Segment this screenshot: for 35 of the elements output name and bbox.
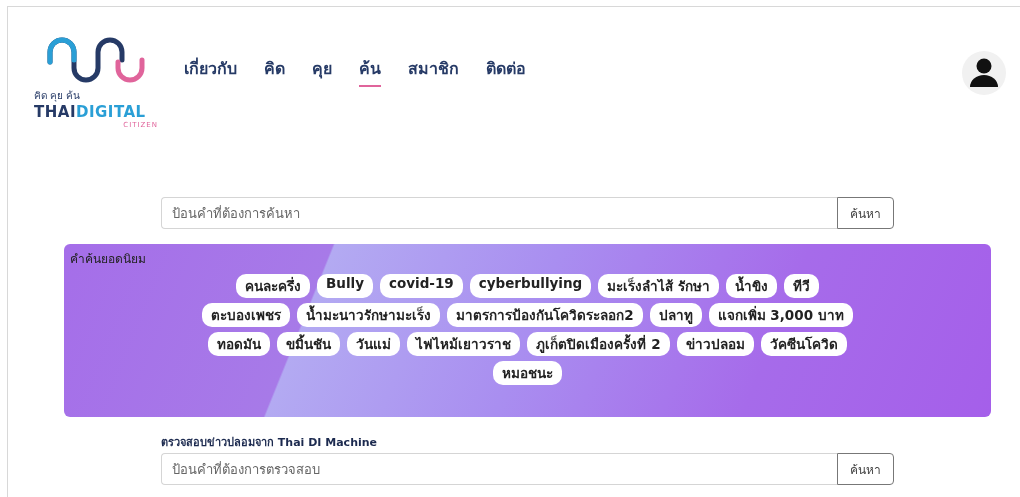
search-tag[interactable]: คนละครึ่ง <box>236 274 310 298</box>
search-tag[interactable]: ไฟไหม้เยาวราช <box>407 332 521 356</box>
fact-check-field[interactable]: ป้อนคำที่ต้องการตรวจสอบ <box>161 453 837 485</box>
search-tag[interactable]: ข่าวปลอม <box>676 332 754 356</box>
field-label: ตรวจสอบข่าวปลอมจาก Thai DI Machine <box>161 436 378 449</box>
search-button[interactable]: ค้นหา <box>837 453 894 485</box>
search-button[interactable]: ค้นหา <box>837 197 894 229</box>
search-tag[interactable]: วันแม่ <box>347 332 401 356</box>
search-tag[interactable]: ตะบองเพชร <box>202 303 291 327</box>
nav-link[interactable]: ค้น <box>359 55 381 87</box>
search-tag[interactable]: มาตรการป้องกันโควิดระลอก2 <box>447 303 643 327</box>
panel-title: คำค้นยอดนิยม <box>70 251 146 268</box>
search-tag[interactable]: วัคซีนโควิด <box>760 332 847 356</box>
search-tag[interactable]: cyberbullying <box>469 274 592 298</box>
nav-link[interactable]: เกี่ยวกับ <box>184 55 237 87</box>
search-tag[interactable]: มะเร็งลำไส้ รักษา <box>598 274 719 298</box>
search-tag[interactable]: ปลาทู <box>649 303 702 327</box>
search-tag[interactable]: ขมิ้นชัน <box>277 332 341 356</box>
search-tag[interactable]: ภูเก็ตปิดเมืองครั้งที่ 2 <box>527 332 670 356</box>
search-tag[interactable]: หมอชนะ <box>493 361 562 385</box>
search-tag[interactable]: น้ำขิง <box>725 274 777 298</box>
logo-wordmark: THAIDIGITAL <box>34 102 146 121</box>
avatar-icon[interactable] <box>962 51 1006 95</box>
search-tag[interactable]: covid-19 <box>380 274 463 298</box>
nav-link[interactable]: คิด <box>264 55 285 87</box>
search-tag[interactable]: น้ำมะนาวรักษามะเร็ง <box>297 303 441 327</box>
search-field[interactable]: ป้อนคำที่ต้องการค้นหา <box>161 197 837 229</box>
search-tag[interactable]: ทอดมัน <box>208 332 271 356</box>
search-tag[interactable]: Bully <box>317 274 373 298</box>
search-tag[interactable]: ทีวี <box>783 274 819 298</box>
logo-tagline: คิด คุย ค้น <box>34 88 81 103</box>
nav-link[interactable]: สมาชิก <box>408 55 459 87</box>
nav-link[interactable]: ติดต่อ <box>486 55 526 87</box>
search-tag[interactable]: แจกเพิ่ม 3,000 บาท <box>708 303 853 327</box>
nav-link[interactable]: คุย <box>312 55 332 87</box>
